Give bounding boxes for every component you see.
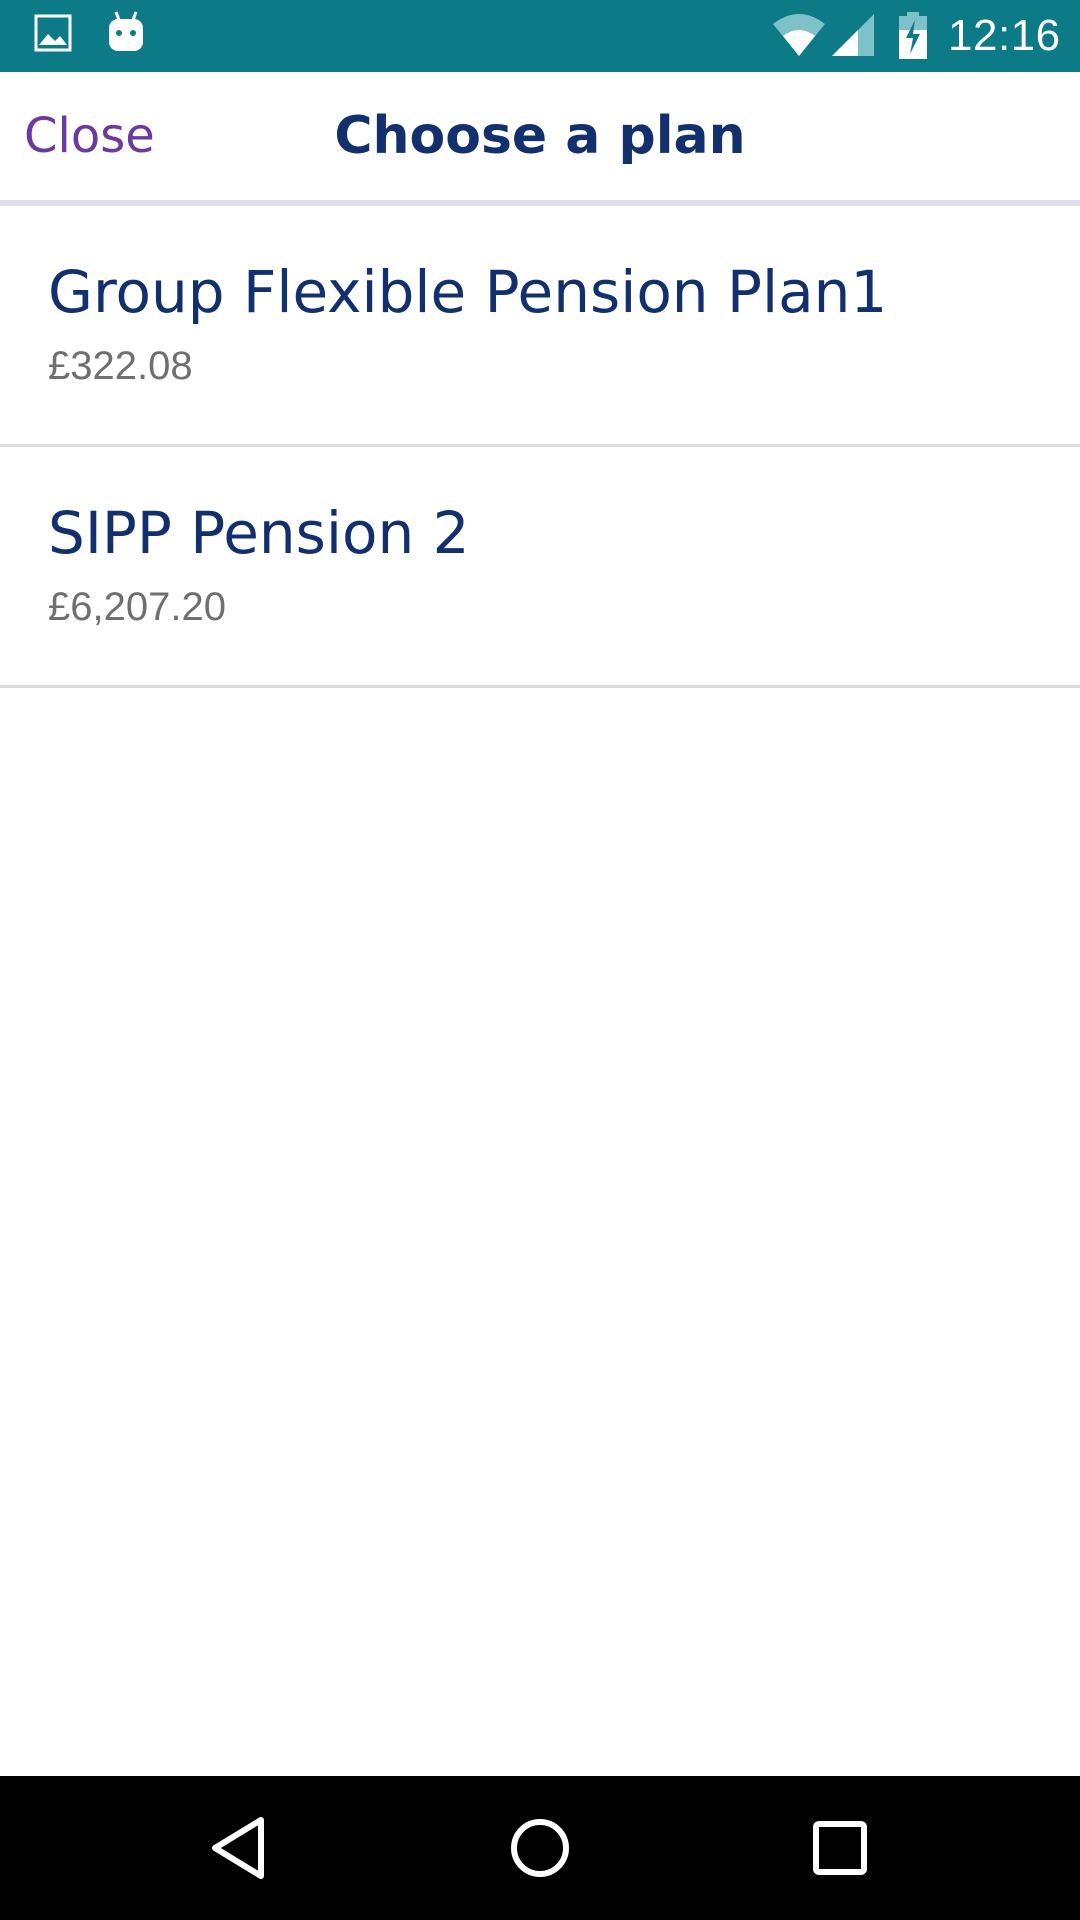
navigation-bar [0, 1776, 1080, 1920]
header: Close Choose a plan [0, 72, 1080, 206]
home-icon[interactable] [504, 1812, 576, 1884]
plan-item[interactable]: SIPP Pension 2 £6,207.20 [0, 447, 1080, 688]
plan-value: £6,207.20 [48, 585, 226, 629]
plan-name: SIPP Pension 2 [48, 499, 470, 567]
gallery-icon [34, 14, 72, 56]
wifi-icon [772, 12, 826, 62]
battery-charging-icon [898, 12, 928, 64]
plan-name: Group Flexible Pension Plan1 [48, 258, 888, 326]
page-title: Choose a plan [334, 106, 746, 166]
signal-icon [830, 12, 874, 62]
android-icon [106, 10, 146, 58]
back-icon[interactable] [205, 1812, 277, 1884]
status-time: 12:16 [948, 11, 1061, 60]
recents-icon[interactable] [804, 1812, 876, 1884]
plan-list: Group Flexible Pension Plan1 £322.08 SIP… [0, 206, 1080, 688]
status-bar: 12:16 [0, 0, 1080, 72]
screen: 12:16 Close Choose a plan Group Flexible… [0, 0, 1080, 1920]
plan-value: £322.08 [48, 344, 193, 388]
plan-item[interactable]: Group Flexible Pension Plan1 £322.08 [0, 206, 1080, 447]
